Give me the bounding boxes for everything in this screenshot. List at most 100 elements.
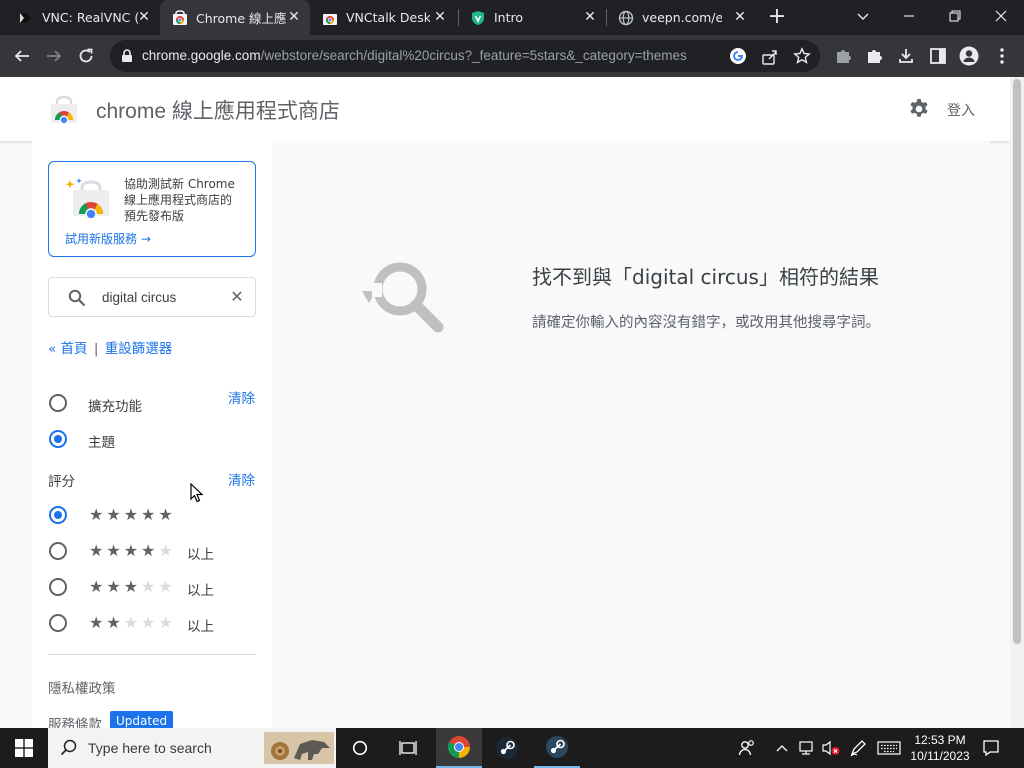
download-icon[interactable] — [894, 44, 918, 68]
privacy-policy-link[interactable]: 隱私權政策 — [48, 677, 116, 697]
volume-muted-icon[interactable] — [820, 728, 842, 768]
extensions-icon[interactable] — [862, 44, 886, 68]
page-scrollbar[interactable] — [1010, 77, 1024, 728]
close-window-icon[interactable] — [978, 0, 1024, 32]
show-hidden-icons-chevron-icon[interactable] — [772, 728, 792, 768]
close-tab-icon[interactable]: ✕ — [286, 9, 302, 25]
store-title[interactable]: chrome 線上應用程式商店 — [96, 95, 340, 125]
clear-search-icon[interactable]: ✕ — [227, 287, 247, 307]
radio-themes[interactable] — [49, 430, 67, 448]
windows-taskbar: Type here to search 12:53 PM 10/11/2023 — [0, 728, 1024, 768]
clock-time: 12:53 PM — [914, 733, 966, 747]
no-results-title: 找不到與「digital circus」相符的結果 — [532, 265, 879, 289]
search-value[interactable]: digital circus — [102, 290, 176, 305]
tab-strip: VNC: RealVNC ( ✕ Chrome 線上應 ✕ VNCtalk De… — [0, 0, 1024, 35]
share-icon[interactable] — [761, 48, 779, 66]
try-new-store-link[interactable]: 試用新版服務 → — [65, 230, 151, 247]
tab-vnctalk[interactable]: VNCtalk Deskto ✕ — [310, 0, 456, 35]
taskbar-steam-window-icon[interactable] — [534, 728, 580, 768]
close-tab-icon[interactable]: ✕ — [582, 9, 598, 25]
task-view-icon[interactable] — [388, 728, 428, 768]
new-store-promo-card[interactable]: 協助測試新 Chrome 線上應用程式商店的預先發布版 試用新版服務 → — [48, 161, 256, 257]
home-link[interactable]: « 首頁 — [48, 341, 88, 357]
profile-avatar-icon[interactable] — [957, 44, 981, 68]
tab-veepn[interactable]: veepn.com/en/ ✕ — [606, 0, 756, 35]
updated-badge: Updated — [110, 711, 174, 728]
bookmark-star-icon[interactable] — [793, 47, 811, 65]
chrome-menu-icon[interactable] — [990, 44, 1014, 68]
rating-4-and-up[interactable]: 以上 — [187, 543, 214, 563]
mouse-cursor-icon — [190, 483, 204, 503]
address-bar[interactable]: chrome.google.com/webstore/search/digita… — [110, 40, 820, 72]
rating-2-and-up[interactable]: 以上 — [187, 615, 214, 635]
taskbar-steam-icon[interactable] — [486, 728, 528, 768]
rating-3-and-up[interactable]: 以上 — [187, 579, 214, 599]
taskbar-clock[interactable]: 12:53 PM 10/11/2023 — [906, 732, 974, 764]
breadcrumb-separator: | — [93, 341, 99, 357]
cortana-icon[interactable] — [340, 728, 380, 768]
new-tab-icon[interactable]: + — [766, 6, 788, 28]
clock-date: 10/11/2023 — [910, 749, 970, 763]
tab-intro[interactable]: Intro ✕ — [458, 0, 606, 35]
lock-icon[interactable] — [121, 49, 133, 63]
close-tab-icon[interactable]: ✕ — [136, 9, 152, 25]
reload-icon[interactable] — [74, 44, 98, 68]
back-icon[interactable] — [10, 44, 34, 68]
no-results-search-icon — [362, 262, 444, 333]
radio-extensions[interactable] — [49, 394, 67, 412]
radio-rating-3[interactable] — [49, 578, 67, 596]
people-icon[interactable] — [734, 728, 760, 768]
rating-3-stars[interactable]: ★★★★★ — [89, 578, 176, 596]
taskbar-chrome-icon[interactable] — [436, 728, 482, 768]
webstore-logo-icon[interactable] — [49, 96, 79, 124]
side-panel-icon[interactable] — [926, 44, 950, 68]
search-input[interactable]: digital circus ✕ — [48, 277, 256, 317]
signin-link[interactable]: 登入 — [947, 100, 975, 120]
option-themes-label[interactable]: 主題 — [88, 431, 115, 451]
terms-of-service-link[interactable]: 服務條款 — [48, 713, 102, 728]
rating-4-stars[interactable]: ★★★★★ — [89, 542, 176, 560]
extension-puzzle-grey-icon[interactable] — [831, 44, 855, 68]
url-text: chrome.google.com/webstore/search/digita… — [142, 48, 687, 63]
forward-icon[interactable] — [42, 44, 66, 68]
globe-icon — [618, 10, 634, 25]
touch-keyboard-icon[interactable] — [874, 728, 904, 768]
clear-category-link[interactable]: 清除 — [228, 387, 255, 407]
restore-icon[interactable] — [932, 0, 978, 32]
search-highlight-dinosaur-icon — [264, 732, 334, 764]
webstore-icon — [323, 13, 337, 25]
filter-sidebar: 協助測試新 Chrome 線上應用程式商店的預先發布版 試用新版服務 → dig… — [32, 141, 272, 728]
clear-rating-link[interactable]: 清除 — [228, 469, 255, 489]
close-tab-icon[interactable]: ✕ — [732, 9, 748, 25]
notifications-icon[interactable] — [976, 728, 1006, 768]
minimize-icon[interactable] — [886, 0, 932, 32]
reset-filters-link[interactable]: 重設篩選器 — [105, 341, 173, 357]
results-area: 找不到與「digital circus」相符的結果 請確定你輸入的內容沒有錯字，… — [272, 141, 990, 728]
close-tab-icon[interactable]: ✕ — [432, 9, 448, 25]
tab-search-chevron-icon[interactable] — [840, 0, 886, 32]
rating-5-stars[interactable]: ★★★★★ — [89, 506, 176, 524]
gear-icon[interactable] — [908, 98, 930, 120]
realvnc-icon — [20, 12, 31, 23]
tab-chrome-webstore[interactable]: Chrome 線上應 ✕ — [160, 0, 310, 35]
radio-rating-2[interactable] — [49, 614, 67, 632]
browser-toolbar: chrome.google.com/webstore/search/digita… — [0, 35, 1024, 77]
windows-start-icon[interactable] — [0, 728, 48, 768]
radio-rating-4[interactable] — [49, 542, 67, 560]
radio-rating-5[interactable] — [49, 506, 67, 524]
tab-realvnc[interactable]: VNC: RealVNC ( ✕ — [0, 0, 160, 35]
veepn-shield-icon — [472, 10, 484, 25]
pen-workspace-icon[interactable] — [846, 728, 870, 768]
breadcrumb: « 首頁 | 重設篩選器 — [48, 337, 172, 357]
google-lens-icon[interactable] — [729, 47, 747, 65]
webstore-icon — [173, 9, 187, 25]
taskbar-search-box[interactable]: Type here to search — [48, 728, 336, 768]
network-icon[interactable] — [796, 728, 818, 768]
scrollbar-thumb[interactable] — [1013, 79, 1021, 644]
rating-2-stars[interactable]: ★★★★★ — [89, 614, 176, 632]
search-icon — [68, 289, 86, 307]
search-icon — [60, 739, 77, 756]
sidebar-divider — [48, 654, 256, 655]
page-content: chrome 線上應用程式商店 登入 協助測試新 Chrome 線上應用程式商店… — [0, 77, 1024, 728]
option-extensions-label[interactable]: 擴充功能 — [88, 395, 142, 415]
